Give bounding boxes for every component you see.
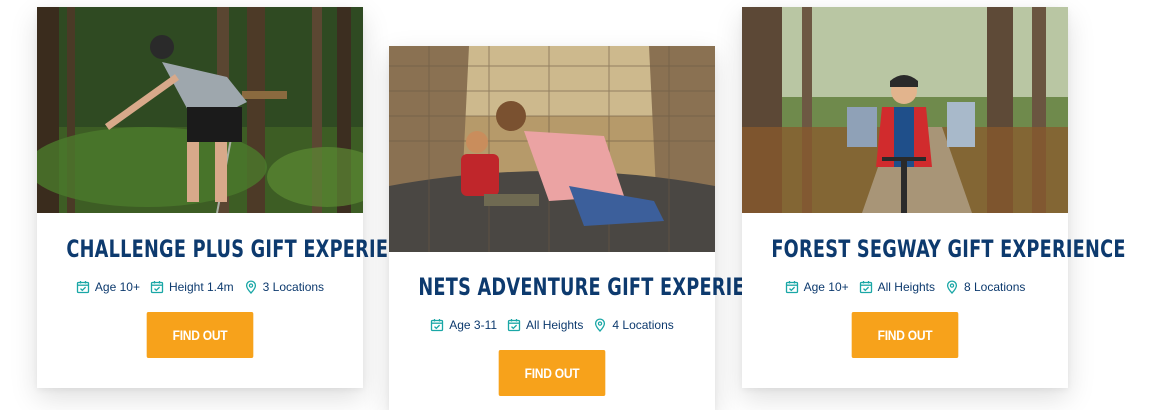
calendar-check-icon: [150, 280, 164, 294]
meta-height: All Heights: [859, 280, 935, 294]
meta-height: Height 1.4m: [150, 280, 234, 294]
location-pin-icon: [593, 318, 607, 332]
meta-age-label: Age 10+: [94, 280, 140, 294]
find-out-more-button[interactable]: FIND OUT MORE: [498, 350, 606, 396]
card-photo-segway[interactable]: [742, 7, 1068, 213]
calendar-check-icon: [859, 280, 873, 294]
meta-locations-label: 3 Locations: [262, 280, 325, 294]
card-forest-segway[interactable]: FOREST SEGWAY GIFT EXPERIENCE Age 10+ Al…: [742, 7, 1126, 389]
card-challenge-plus[interactable]: CHALLENGE PLUS GIFT EXPERIENCE Age 10+ H…: [37, 7, 429, 389]
meta-locations-label: 8 Locations: [964, 280, 1026, 294]
meta-age: Age 10+: [76, 280, 140, 294]
meta-height-label: Height 1.4m: [168, 280, 234, 294]
meta-locations: 3 Locations: [244, 280, 324, 294]
card-title: FOREST SEGWAY GIFT EXPERIENCE: [771, 235, 1126, 263]
gift-experience-cards: CHALLENGE PLUS GIFT EXPERIENCE Age 10+ H…: [0, 0, 1160, 410]
meta-locations: 4 Locations: [593, 318, 674, 332]
calendar-check-icon: [430, 318, 444, 332]
calendar-check-icon: [507, 318, 521, 332]
meta-height: All Heights: [507, 318, 583, 332]
card-meta: Age 10+ All Heights 8 Locations: [742, 280, 1068, 294]
meta-locations: 8 Locations: [945, 280, 1025, 294]
meta-age-label: Age 10+: [803, 280, 849, 294]
meta-height-label: All Heights: [526, 318, 584, 332]
meta-age-label: Age 3-11: [449, 318, 498, 332]
card-title: CHALLENGE PLUS GIFT EXPERIENCE: [66, 235, 429, 263]
card-nets-adventure[interactable]: NETS ADVENTURE GIFT EXPERIENCE Age 3-11 …: [389, 46, 786, 410]
calendar-check-icon: [76, 280, 90, 294]
location-pin-icon: [244, 280, 258, 294]
card-title: NETS ADVENTURE GIFT EXPERIENCE: [418, 273, 786, 301]
card-meta: Age 3-11 All Heights 4 Locations: [389, 318, 715, 332]
location-pin-icon: [945, 280, 959, 294]
calendar-check-icon: [785, 280, 799, 294]
meta-height-label: All Heights: [877, 280, 935, 294]
meta-locations-label: 4 Locations: [612, 318, 674, 332]
card-photo-treetop[interactable]: [37, 7, 363, 213]
meta-age: Age 3-11: [430, 318, 497, 332]
find-out-more-button[interactable]: FIND OUT MORE: [146, 312, 254, 389]
find-out-more-button[interactable]: FIND OUT MORE: [851, 312, 959, 389]
card-meta: Age 10+ Height 1.4m 3 Locations: [37, 280, 363, 294]
card-photo-nets[interactable]: [389, 46, 715, 252]
meta-age: Age 10+: [785, 280, 849, 294]
